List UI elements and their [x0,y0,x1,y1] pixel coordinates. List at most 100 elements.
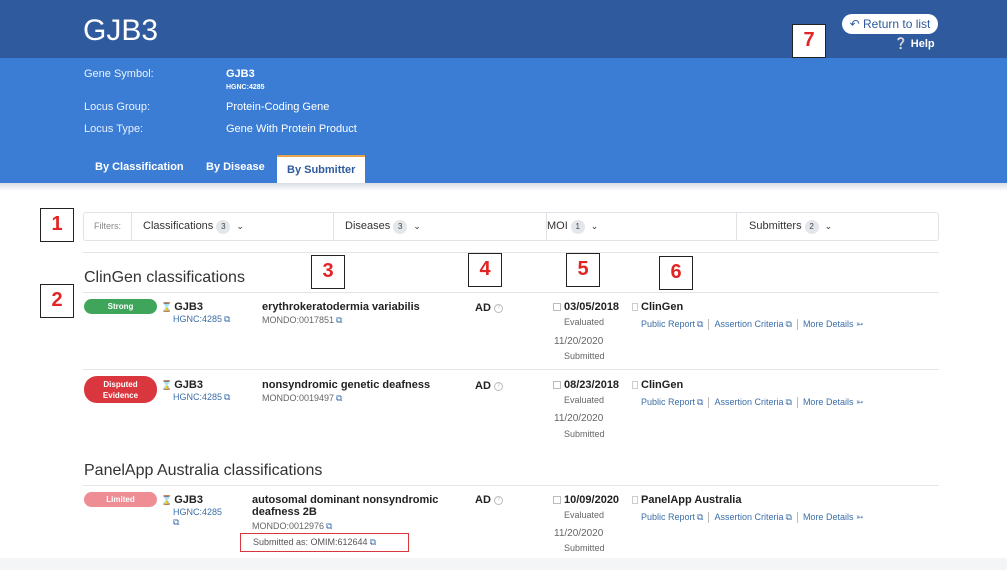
question-circle-icon: ❔ [894,38,908,50]
arrow-circle-right-icon: ➳ [855,512,864,522]
external-link-icon: ⧉ [326,521,333,531]
submitter-name: ClinGen [632,301,683,313]
row-links: Public Report ⧉ Assertion Criteria ⧉ More De… [641,397,864,409]
tab-by-submitter[interactable]: By Submitter [277,155,366,183]
question-circle-icon[interactable]: ? [493,495,503,505]
annotation-callout-7: 7 [792,24,826,58]
disease-name: erythrokeratodermia variabilis [262,301,420,313]
more-details-link[interactable]: More Details ➳ [803,397,864,407]
help-label: Help [910,38,935,50]
submitted-label: Submitted [564,543,605,553]
link-separator [796,397,798,409]
gene-symbol-value: GJB3 [226,68,255,80]
external-link-icon: ⧉ [336,315,343,325]
link-separator [796,512,798,524]
document-icon [632,496,638,505]
link-separator [708,512,710,524]
moi-value: AD? [475,380,503,392]
public-report-link[interactable]: Public Report ⧉ [641,397,703,407]
arrow-circle-right-icon: ➳ [855,397,864,407]
evaluated-label: Evaluated [564,510,605,520]
filter-moi-label: MOI [547,220,568,232]
filter-bar: Filters: Classifications 3 ⌄ Diseases 3 ⌄ MO… [83,212,939,241]
hgnc-link[interactable]: HGNC:4285 ⧉ [173,314,230,325]
return-to-list-button[interactable]: ↶ Return to list [842,14,938,34]
annotation-callout-2: 2 [40,284,74,318]
annotation-callout-4: 4 [468,253,502,287]
external-link-icon: ⧉ [224,314,231,324]
external-link-icon: ⧉ [224,392,231,402]
filter-submitters[interactable]: Submitters 2 ⌄ [749,213,939,240]
gene-name: ⌛ GJB3 [161,379,203,391]
external-link-icon: ⧉ [336,393,343,403]
question-circle-icon[interactable]: ? [493,381,503,391]
public-report-link[interactable]: Public Report ⧉ [641,512,703,522]
section-title-panelapp: PanelApp Australia classifications [84,462,323,479]
tab-by-disease[interactable]: By Disease [206,155,265,183]
evaluated-date: 08/23/2018 [553,379,619,391]
annotation-callout-5: 5 [566,253,600,287]
chevron-down-icon: ⌄ [590,221,599,231]
public-report-link[interactable]: Public Report ⧉ [641,319,703,329]
annotation-callout-1: 1 [40,208,74,242]
submitted-as-omim[interactable]: Submitted as: OMIM:612644 ⧉ [240,533,409,552]
mondo-link[interactable]: MONDO:0017851 ⧉ [262,315,342,326]
external-link-icon: ⧉ [785,319,792,329]
external-link-icon: ⧉ [785,512,792,522]
hourglass-icon: ⌛ [161,380,173,390]
divider [83,292,939,293]
submitted-date: 11/20/2020 [554,528,604,539]
filter-submitters-label: Submitters [749,220,802,232]
disease-name: autosomal dominant nonsyndromic deafness… [252,494,438,518]
section-title-clingen: ClinGen classifications [84,269,245,286]
question-circle-icon[interactable]: ? [493,303,503,313]
external-link-icon: ⧉ [369,537,376,547]
locus-group-value: Protein-Coding Gene [226,101,330,113]
divider [83,369,939,370]
submitted-label: Submitted [564,429,605,439]
document-icon [632,381,638,390]
locus-type-value: Gene With Protein Product [226,123,357,135]
filter-diseases[interactable]: Diseases 3 ⌄ [345,213,547,240]
calendar-icon [553,303,561,312]
gene-name: ⌛ GJB3 [161,301,203,313]
chevron-down-icon: ⌄ [236,221,244,231]
submitter-name: PanelApp Australia [632,494,741,506]
hgnc-link[interactable]: HGNC:4285 ⧉ [173,392,230,403]
header-shadow [0,183,1007,191]
classification-badge-limited: Limited [84,492,157,507]
submitted-date: 11/20/2020 [554,336,604,347]
help-link[interactable]: ❔ Help [894,37,935,50]
more-details-link[interactable]: More Details ➳ [803,512,864,522]
return-to-list-label: Return to list [863,17,931,31]
hourglass-icon: ⌛ [161,495,173,505]
chevron-down-icon: ⌄ [413,221,421,231]
badge-line: Disputed [103,380,138,389]
filters-label: Filters: [84,213,132,240]
moi-value: AD? [475,494,503,506]
filter-count-badge: 2 [804,220,819,234]
locus-group-label: Locus Group: [84,101,151,113]
hourglass-icon: ⌛ [161,302,173,312]
link-separator [708,397,710,409]
annotation-callout-6: 6 [659,256,693,290]
mondo-link[interactable]: MONDO:0012976 ⧉ [252,521,332,532]
tab-by-classification[interactable]: By Classification [95,155,184,183]
assertion-criteria-link[interactable]: Assertion Criteria ⧉ [714,319,791,329]
more-details-link[interactable]: More Details ➳ [803,319,864,329]
mondo-link[interactable]: MONDO:0019497 ⧉ [262,393,342,404]
divider [83,485,939,486]
hgnc-id: HGNC:4285 [226,84,265,91]
filter-moi[interactable]: MOI 1 ⌄ [547,213,737,240]
disease-name-line: deafness 2B [252,506,317,518]
evaluated-date: 03/05/2018 [553,301,619,313]
assertion-criteria-link[interactable]: Assertion Criteria ⧉ [714,512,791,522]
external-link-icon: ⧉ [697,397,704,407]
external-link-icon: ⧉ [697,512,704,522]
badge-line: Evidence [102,391,139,400]
disease-name: nonsyndromic genetic deafness [262,379,431,391]
hgnc-link[interactable]: HGNC:4285 ⧉ [173,507,222,528]
assertion-criteria-link[interactable]: Assertion Criteria ⧉ [714,397,791,407]
classification-badge-strong: Strong [84,299,157,314]
filter-classifications[interactable]: Classifications 3 ⌄ [143,213,334,240]
